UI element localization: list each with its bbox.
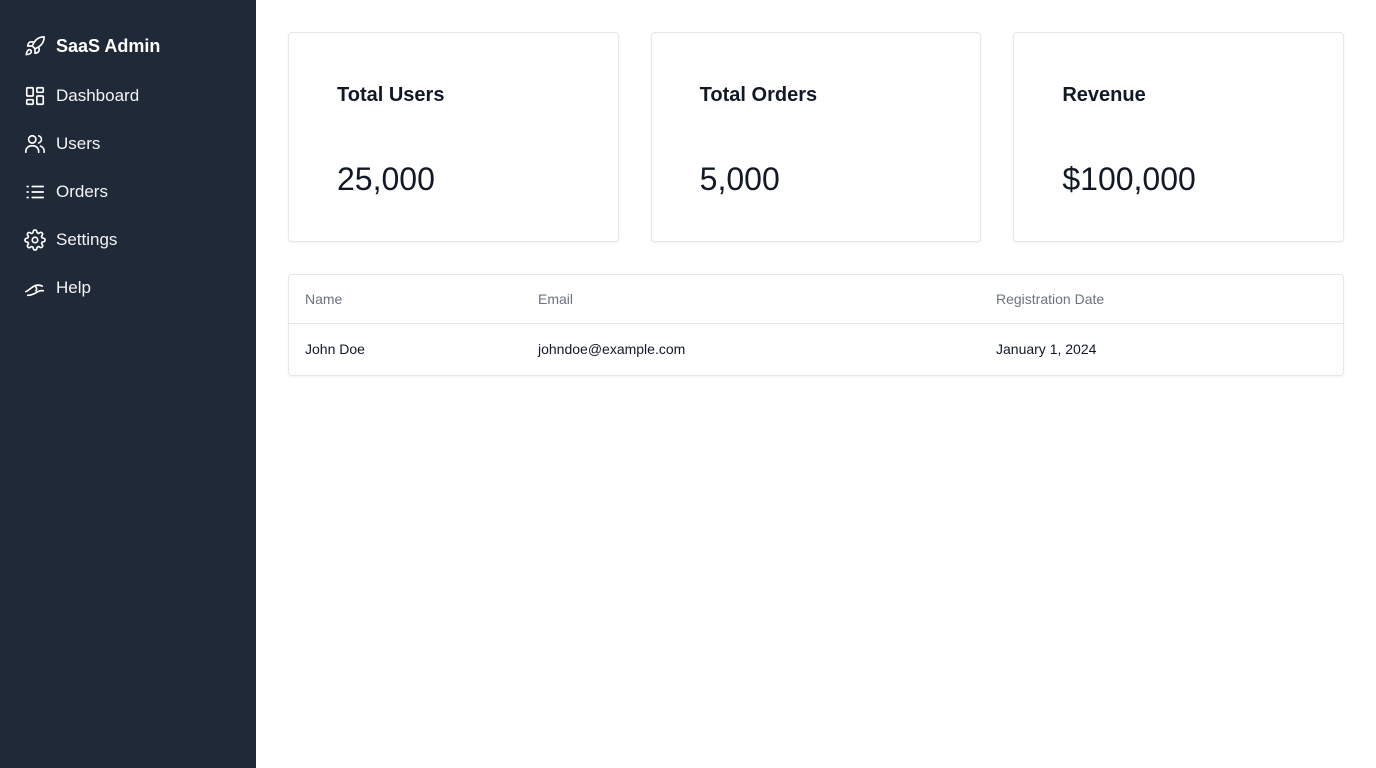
- sidebar-item-label: Settings: [56, 230, 118, 249]
- sidebar-item-label: Users: [56, 134, 101, 153]
- brand[interactable]: SaaS Admin: [24, 32, 232, 60]
- help-icon: [24, 277, 46, 299]
- cell-email: johndoe@example.com: [538, 341, 686, 358]
- sidebar-item-users[interactable]: Users: [24, 132, 232, 156]
- sidebar: SaaS Admin Dashboard Users Orders Settin…: [0, 0, 256, 768]
- stat-card-title: Total Users: [337, 84, 445, 106]
- gear-icon: [24, 229, 46, 251]
- stat-card-value: 5,000: [699, 161, 780, 197]
- main-content: Total Users 25,000 Total Orders 5,000 Re…: [256, 0, 1376, 768]
- stat-card-value: $100,000: [1062, 161, 1196, 197]
- stat-card-total-orders: Total Orders 5,000: [650, 32, 982, 242]
- brand-name: SaaS Admin: [56, 35, 161, 56]
- stats-cards: Total Users 25,000 Total Orders 5,000 Re…: [288, 32, 1345, 242]
- cell-name: John Doe: [305, 341, 365, 358]
- sidebar-item-label: Help: [56, 278, 91, 297]
- users-icon: [24, 133, 46, 155]
- sidebar-item-dashboard[interactable]: Dashboard: [24, 84, 232, 108]
- list-icon: [24, 181, 46, 203]
- sidebar-item-label: Orders: [56, 182, 108, 201]
- stat-card-revenue: Revenue $100,000: [1013, 32, 1345, 242]
- column-header-name[interactable]: Name: [289, 275, 522, 324]
- cell-registration-date: January 1, 2024: [996, 341, 1097, 358]
- sidebar-item-orders[interactable]: Orders: [24, 180, 232, 204]
- table-row[interactable]: John Doe johndoe@example.com January 1, …: [289, 323, 1343, 375]
- stat-card-total-users: Total Users 25,000: [288, 32, 619, 242]
- users-table: Name Email Registration Date John Doe jo…: [289, 275, 1343, 375]
- sidebar-item-settings[interactable]: Settings: [24, 228, 232, 252]
- table-header-row: Name Email Registration Date: [289, 275, 1343, 324]
- column-header-email[interactable]: Email: [522, 275, 980, 324]
- column-header-registration-date[interactable]: Registration Date: [980, 275, 1343, 324]
- users-table-container: Name Email Registration Date John Doe jo…: [288, 274, 1344, 376]
- rocket-icon: [24, 35, 46, 57]
- dashboard-icon: [24, 85, 46, 107]
- stat-card-title: Revenue: [1062, 84, 1146, 106]
- stat-card-title: Total Orders: [699, 84, 818, 106]
- sidebar-item-label: Dashboard: [56, 86, 140, 105]
- sidebar-item-help[interactable]: Help: [24, 276, 232, 300]
- stat-card-value: 25,000: [337, 161, 435, 197]
